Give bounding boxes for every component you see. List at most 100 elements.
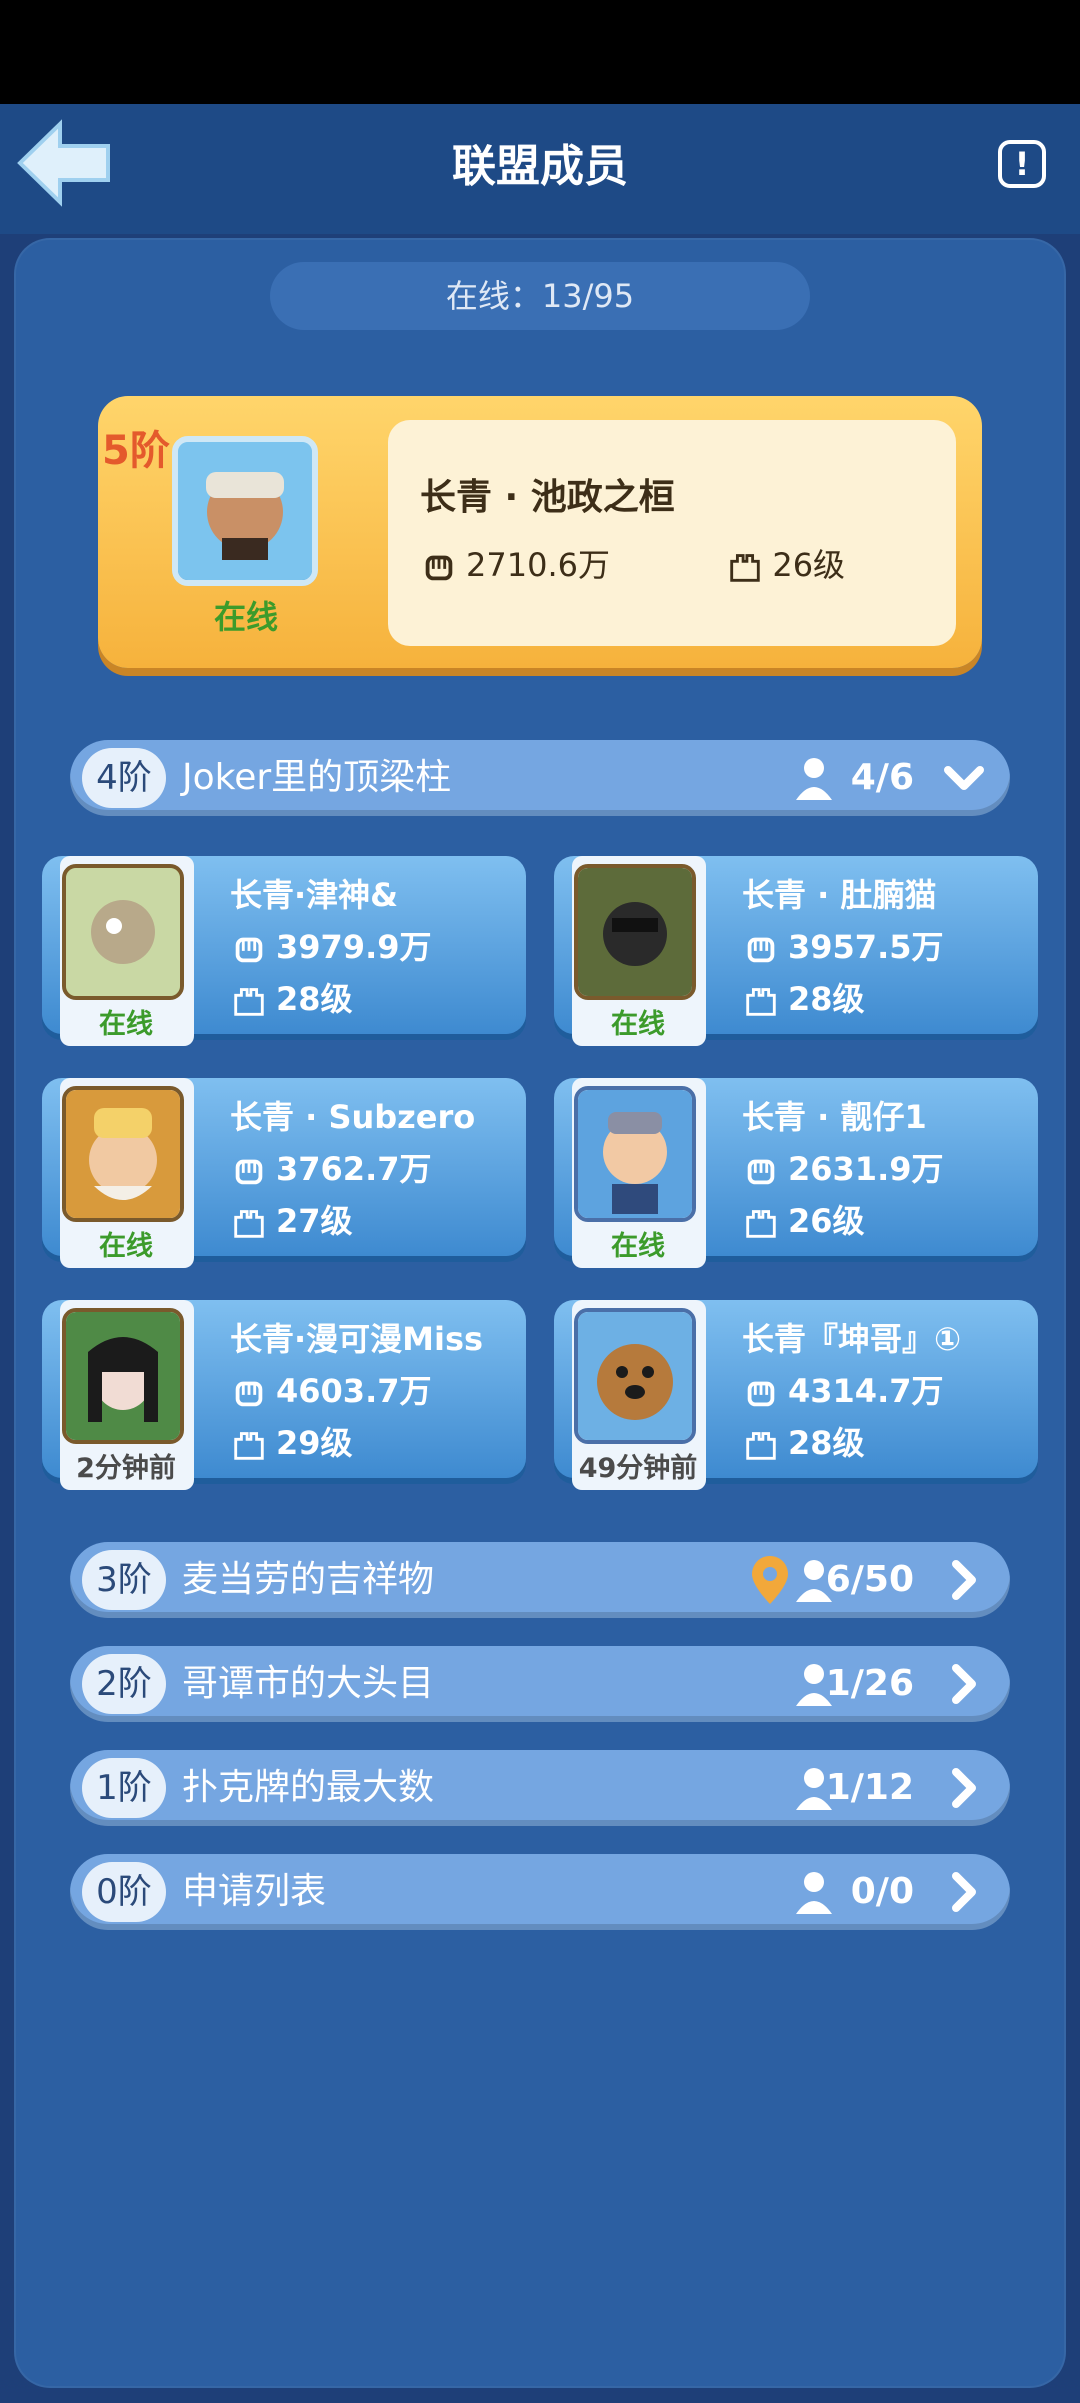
chevron-right-icon[interactable] bbox=[940, 1556, 988, 1604]
member-avatar[interactable] bbox=[62, 1086, 184, 1222]
tier-rank: 4阶 bbox=[82, 748, 166, 808]
member-level-value: 28级 bbox=[788, 1424, 865, 1462]
castle-icon bbox=[746, 988, 776, 1016]
member-power-value: 2631.9万 bbox=[788, 1150, 944, 1188]
member-status: 在线 bbox=[99, 1009, 153, 1040]
member-avatar[interactable] bbox=[62, 864, 184, 1000]
member-avatar[interactable] bbox=[574, 864, 696, 1000]
member-level: 29级 bbox=[230, 1418, 353, 1464]
member-level: 26级 bbox=[742, 1196, 865, 1242]
member-avatar[interactable] bbox=[574, 1308, 696, 1444]
castle-icon bbox=[746, 1210, 776, 1238]
member-status: 在线 bbox=[611, 1009, 665, 1040]
tier-row-1[interactable]: 1阶 扑克牌的最大数 1/12 bbox=[70, 1750, 1010, 1826]
member-status: 2分钟前 bbox=[76, 1453, 176, 1484]
member-power-value: 3957.5万 bbox=[788, 928, 944, 966]
member-avatar[interactable] bbox=[574, 1086, 696, 1222]
member-level: 28级 bbox=[742, 1418, 865, 1464]
member-power: 4603.7万 bbox=[230, 1366, 432, 1412]
tier-label: 麦当劳的吉祥物 bbox=[182, 1559, 435, 1600]
person-icon bbox=[796, 758, 832, 800]
castle-icon bbox=[234, 1210, 264, 1238]
tier-count: 1/12 bbox=[825, 1767, 914, 1808]
member-power: 2631.9万 bbox=[742, 1144, 944, 1190]
leader-status: 在线 bbox=[213, 598, 278, 636]
leader-power: 2710.6万 bbox=[466, 546, 610, 584]
leader-avatar[interactable] bbox=[172, 436, 318, 586]
member-power-value: 4314.7万 bbox=[788, 1372, 944, 1410]
tier-row-2[interactable]: 2阶 哥谭市的大头目 1/26 bbox=[70, 1646, 1010, 1722]
member-power-value: 3762.7万 bbox=[276, 1150, 432, 1188]
leader-level: 26级 bbox=[772, 546, 846, 584]
member-level: 28级 bbox=[230, 974, 353, 1020]
info-icon[interactable]: ! bbox=[998, 140, 1046, 188]
fist-icon bbox=[235, 1381, 263, 1407]
tier-rank: 0阶 bbox=[82, 1862, 166, 1922]
member-level-value: 26级 bbox=[788, 1202, 865, 1240]
tier-count: 4/6 bbox=[850, 757, 914, 798]
leader-rank-label: 5阶 bbox=[102, 428, 170, 474]
castle-icon bbox=[730, 554, 761, 582]
fist-icon bbox=[747, 1159, 775, 1185]
castle-icon bbox=[234, 988, 264, 1016]
member-name: 长青 · 靓仔1 bbox=[742, 1098, 927, 1136]
chevron-right-icon[interactable] bbox=[940, 1764, 988, 1812]
tier-label: 哥谭市的大头目 bbox=[182, 1663, 435, 1704]
member-name: 长青·漫可漫Miss bbox=[230, 1320, 484, 1358]
member-level-value: 28级 bbox=[276, 980, 353, 1018]
member-power: 3957.5万 bbox=[742, 922, 944, 968]
leader-name: 长青 · 池政之桓 bbox=[420, 477, 675, 518]
location-pin-icon bbox=[752, 1556, 788, 1604]
tier-row-3[interactable]: 3阶 麦当劳的吉祥物 6/50 bbox=[70, 1542, 1010, 1618]
tier-rank: 1阶 bbox=[82, 1758, 166, 1818]
fist-icon bbox=[235, 1159, 263, 1185]
fist-icon bbox=[747, 1381, 775, 1407]
member-power-value: 4603.7万 bbox=[276, 1372, 432, 1410]
member-level-value: 28级 bbox=[788, 980, 865, 1018]
member-power: 4314.7万 bbox=[742, 1366, 944, 1412]
tier-row-4[interactable]: 4阶 Joker里的顶梁柱 4/6 bbox=[70, 740, 1010, 816]
member-card[interactable]: 在线 长青 · 肚腩猫 3957.5万 28级 bbox=[554, 856, 1038, 1046]
member-power: 3979.9万 bbox=[230, 922, 432, 968]
fist-icon bbox=[235, 937, 263, 963]
member-power: 3762.7万 bbox=[230, 1144, 432, 1190]
chevron-right-icon[interactable] bbox=[940, 1660, 988, 1708]
member-level: 28级 bbox=[742, 974, 865, 1020]
member-level-value: 27级 bbox=[276, 1202, 353, 1240]
tier-rank: 3阶 bbox=[82, 1550, 166, 1610]
member-card[interactable]: 在线 长青 · Subzero 3762.7万 27级 bbox=[42, 1078, 526, 1268]
castle-icon bbox=[746, 1432, 776, 1460]
tier-count: 1/26 bbox=[825, 1663, 914, 1704]
fist-icon bbox=[425, 555, 453, 581]
leader-stats: 2710.6万 26级 bbox=[420, 540, 845, 586]
member-avatar[interactable] bbox=[62, 1308, 184, 1444]
member-name: 长青 · 肚腩猫 bbox=[742, 876, 937, 914]
chevron-right-icon[interactable] bbox=[940, 1868, 988, 1916]
member-status: 49分钟前 bbox=[578, 1453, 698, 1484]
tier-rank: 2阶 bbox=[82, 1654, 166, 1714]
tier-label: 扑克牌的最大数 bbox=[182, 1767, 435, 1808]
tier-count: 0/0 bbox=[850, 1871, 914, 1912]
member-status: 在线 bbox=[611, 1231, 665, 1262]
member-status: 在线 bbox=[99, 1231, 153, 1262]
status-bar bbox=[0, 0, 1080, 104]
member-card[interactable]: 在线 长青 · 靓仔1 2631.9万 26级 bbox=[554, 1078, 1038, 1268]
tier-label: Joker里的顶梁柱 bbox=[182, 757, 452, 798]
member-name: 长青『坤哥』① bbox=[742, 1320, 962, 1358]
fist-icon bbox=[747, 937, 775, 963]
castle-icon bbox=[234, 1432, 264, 1460]
page-title: 联盟成员 bbox=[452, 141, 628, 192]
member-name: 长青 · Subzero bbox=[230, 1098, 476, 1136]
member-card[interactable]: 49分钟前 长青『坤哥』① 4314.7万 28级 bbox=[554, 1300, 1038, 1490]
person-icon bbox=[796, 1872, 832, 1914]
member-card[interactable]: 2分钟前 长青·漫可漫Miss 4603.7万 29级 bbox=[42, 1300, 526, 1490]
member-card[interactable]: 在线 长青·津神& 3979.9万 28级 bbox=[42, 856, 526, 1046]
member-power-value: 3979.9万 bbox=[276, 928, 432, 966]
tier-label: 申请列表 bbox=[182, 1871, 327, 1912]
chevron-down-icon[interactable] bbox=[940, 754, 988, 802]
tier-count: 6/50 bbox=[825, 1559, 914, 1600]
leader-info-box bbox=[388, 420, 956, 646]
member-level-value: 29级 bbox=[276, 1424, 353, 1462]
member-name: 长青·津神& bbox=[230, 876, 399, 914]
tier-row-0[interactable]: 0阶 申请列表 0/0 bbox=[70, 1854, 1010, 1930]
